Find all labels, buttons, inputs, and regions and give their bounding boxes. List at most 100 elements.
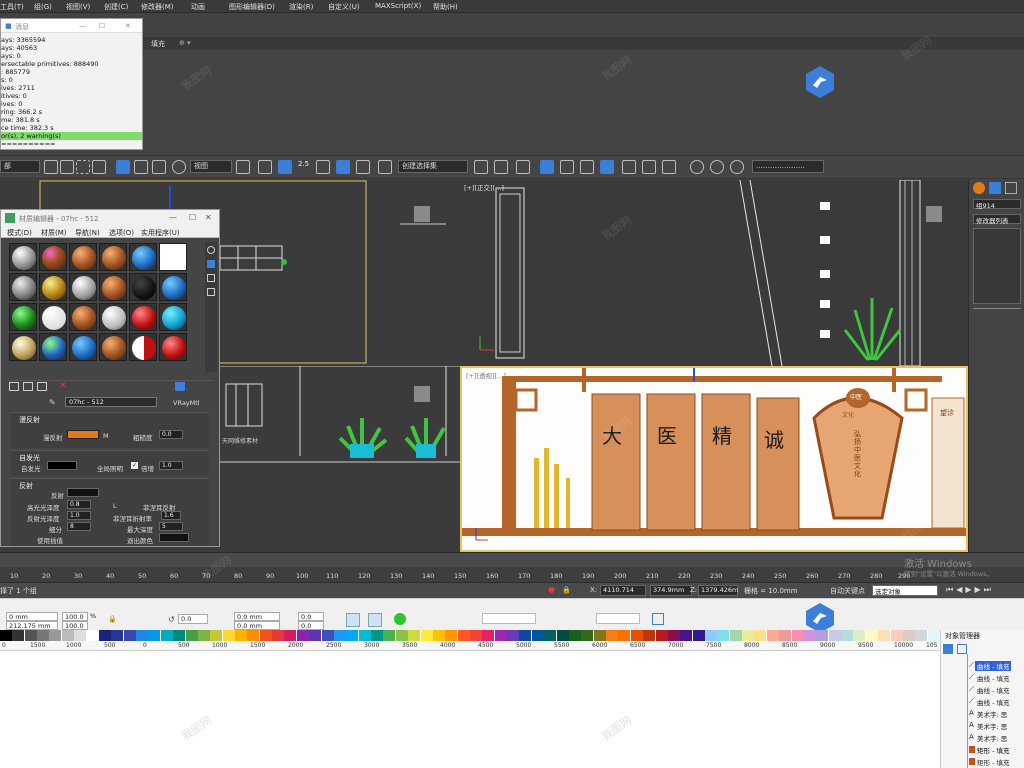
palette-swatch[interactable] (346, 630, 360, 641)
selfillum-section-title[interactable]: 自发光 (19, 453, 40, 463)
show-map-icon[interactable] (175, 382, 185, 391)
palette-swatch[interactable] (395, 630, 409, 641)
render-setup-icon[interactable] (622, 160, 636, 174)
scene-explorer-icon[interactable] (540, 160, 554, 174)
material-slot[interactable] (9, 333, 37, 361)
height-field[interactable]: 212.175 mm (6, 621, 58, 630)
percent-snap-icon[interactable] (336, 160, 350, 174)
material-slot[interactable] (129, 273, 157, 301)
tab-fill[interactable]: 填充 (151, 39, 165, 49)
palette-swatch[interactable] (865, 630, 879, 641)
palette-swatch[interactable] (902, 630, 916, 641)
wrap-icon[interactable] (652, 613, 664, 625)
scale-x-field[interactable]: 100.0 (62, 612, 88, 621)
material-slot[interactable] (9, 273, 37, 301)
rotate-icon[interactable] (134, 160, 148, 174)
palette-swatch[interactable] (173, 630, 187, 641)
menu-create[interactable]: 创建(C) (104, 2, 128, 12)
lock-ratio-icon[interactable]: 🔒 (108, 615, 117, 623)
time-slider[interactable] (0, 553, 1024, 567)
mat-menu-utilities[interactable]: 实用程序(U) (141, 228, 180, 238)
minimize-icon[interactable]: — (169, 213, 177, 222)
palette-swatch[interactable] (86, 630, 100, 641)
palette-swatch[interactable] (309, 630, 323, 641)
get-material-icon[interactable] (9, 382, 19, 391)
palette-swatch[interactable] (655, 630, 669, 641)
material-slot[interactable] (129, 303, 157, 331)
material-slot[interactable] (69, 243, 97, 271)
reset-map-icon[interactable]: ✕ (59, 381, 67, 391)
palette-swatch[interactable] (284, 630, 298, 641)
teapot-a-icon[interactable] (690, 160, 704, 174)
hierarchy-tab-icon[interactable] (1005, 182, 1017, 194)
pin-icon[interactable]: ● (548, 585, 555, 594)
palette-swatch[interactable] (531, 630, 545, 641)
render-icon[interactable] (662, 160, 676, 174)
modifier-stack[interactable] (973, 228, 1021, 304)
hilight-gloss-spinner[interactable]: 0.8 (67, 500, 91, 509)
palette-swatch[interactable] (556, 630, 570, 641)
color-tool-icon[interactable] (394, 613, 406, 625)
palette-swatch[interactable] (915, 630, 929, 641)
mat-menu-navigation[interactable]: 导航(N) (75, 228, 100, 238)
palette-swatch[interactable] (371, 630, 385, 641)
palette-swatch[interactable] (470, 630, 483, 641)
minimize-icon[interactable]: — (79, 22, 86, 30)
pick-material-icon[interactable]: ✎ (49, 398, 56, 407)
teapot-b-icon[interactable] (710, 160, 724, 174)
hilight-lock-button[interactable]: L (113, 502, 117, 510)
menu-maxscript[interactable]: MAXScript(X) (375, 2, 421, 10)
menu-view[interactable]: 视图(V) (66, 2, 90, 12)
uv-tiling-icon[interactable] (207, 288, 215, 296)
diffuse-section-title[interactable]: 漫反射 (19, 415, 40, 425)
backlight-icon[interactable] (207, 260, 215, 268)
palette-swatch[interactable] (828, 630, 842, 641)
scope-dropdown[interactable]: 部 (0, 160, 40, 173)
material-slot[interactable] (159, 273, 187, 301)
multiplier-spinner[interactable]: 1.0 (159, 461, 183, 470)
layer-icon[interactable] (943, 644, 953, 654)
object-row[interactable]: 矩形 - 填充 (977, 757, 1009, 767)
palette-swatch[interactable] (197, 630, 211, 641)
snap-toggle-icon[interactable] (278, 160, 292, 174)
palette-swatch[interactable] (692, 630, 706, 641)
palette-swatch[interactable] (729, 630, 743, 641)
material-slot[interactable] (99, 303, 127, 331)
close-icon[interactable]: ✕ (205, 213, 212, 222)
palette-swatch[interactable] (754, 630, 768, 641)
palette-swatch[interactable] (98, 630, 112, 641)
palette-swatch[interactable] (593, 630, 607, 641)
palette-swatch[interactable] (544, 630, 558, 641)
material-slot[interactable] (129, 333, 157, 361)
palette-swatch[interactable] (779, 630, 793, 641)
object-row[interactable]: 美术字: 思 (977, 733, 1007, 743)
object-row-selected[interactable]: 曲线 - 填充 (975, 661, 1012, 671)
palette-swatch[interactable] (111, 630, 125, 641)
gi-checkbox[interactable]: ✓ (131, 462, 138, 469)
param-2-field[interactable]: 0.0 (298, 621, 324, 630)
object-row[interactable]: 曲线 - 填充 (977, 673, 1009, 683)
palette-swatch[interactable] (630, 630, 644, 641)
material-editor-icon[interactable] (600, 160, 614, 174)
maximize-icon[interactable]: ☐ (99, 22, 105, 30)
tab-arrow-icon[interactable]: ⊕ ▾ (179, 39, 191, 47)
z-coordinate-field[interactable]: 1379.426m (698, 585, 738, 596)
object-row[interactable]: 曲线 - 填充 (977, 685, 1009, 695)
palette-swatch[interactable] (185, 630, 199, 641)
palette-swatch[interactable] (568, 630, 582, 641)
material-slot[interactable] (99, 243, 127, 271)
material-type-button[interactable]: VRayMtl (173, 399, 200, 407)
curve-editor-icon[interactable] (560, 160, 574, 174)
drawing-canvas[interactable] (0, 651, 940, 768)
viewport-perspective[interactable]: [+][透视][...] 大 医 精 诚 中医 文化 弘扬中医文化 望诊 (460, 366, 968, 552)
material-slot[interactable] (39, 333, 67, 361)
palette-swatch[interactable] (482, 630, 496, 641)
refl-gloss-spinner[interactable]: 1.0 (67, 511, 91, 520)
material-slot[interactable] (69, 273, 97, 301)
palette-swatch[interactable] (890, 630, 904, 641)
material-slot[interactable] (69, 303, 97, 331)
palette-swatch[interactable] (235, 630, 248, 641)
palette-swatch[interactable] (136, 630, 150, 641)
palette-swatch[interactable] (680, 630, 694, 641)
palette-swatch[interactable] (494, 630, 508, 641)
